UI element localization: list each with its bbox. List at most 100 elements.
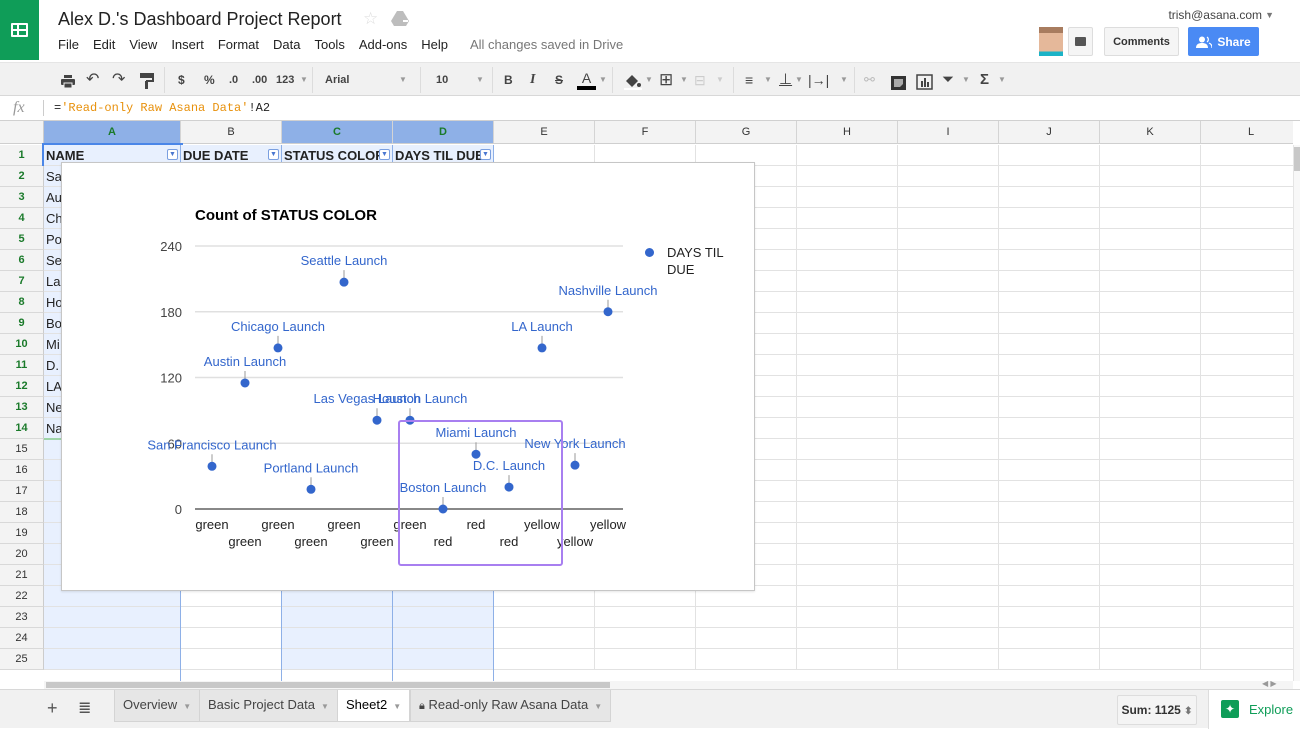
cell-j16[interactable] — [999, 460, 1100, 481]
column-header-k[interactable]: K — [1100, 121, 1201, 144]
cell-a25[interactable] — [44, 649, 181, 670]
comments-button[interactable]: Comments — [1104, 27, 1179, 56]
row-header-3[interactable]: 3 — [0, 187, 44, 208]
cell-h3[interactable] — [797, 187, 898, 208]
cell-i9[interactable] — [898, 313, 999, 334]
functions-caret-icon[interactable]: ▼ — [998, 70, 1006, 90]
row-header-17[interactable]: 17 — [0, 481, 44, 502]
cell-l11[interactable] — [1201, 355, 1293, 376]
row-header-1[interactable]: 1 — [0, 145, 44, 166]
cell-i17[interactable] — [898, 481, 999, 502]
row-header-8[interactable]: 8 — [0, 292, 44, 313]
cell-j17[interactable] — [999, 481, 1100, 502]
more-formats-caret-icon[interactable]: ▼ — [300, 70, 308, 90]
row-header-5[interactable]: 5 — [0, 229, 44, 250]
cell-h22[interactable] — [797, 586, 898, 607]
row-header-21[interactable]: 21 — [0, 565, 44, 586]
row-header-20[interactable]: 20 — [0, 544, 44, 565]
cell-j8[interactable] — [999, 292, 1100, 313]
row-header-19[interactable]: 19 — [0, 523, 44, 544]
cell-h17[interactable] — [797, 481, 898, 502]
cell-j9[interactable] — [999, 313, 1100, 334]
cell-i21[interactable] — [898, 565, 999, 586]
vertical-align-icon[interactable]: ⊥ — [779, 70, 792, 90]
align-caret-icon[interactable]: ▼ — [764, 70, 772, 90]
cell-h13[interactable] — [797, 397, 898, 418]
cell-i13[interactable] — [898, 397, 999, 418]
cell-i15[interactable] — [898, 439, 999, 460]
filter-dropdown-icon[interactable]: ▼ — [480, 149, 491, 160]
sheet-tab-overview[interactable]: Overview ▼ — [114, 690, 201, 722]
cell-k5[interactable] — [1100, 229, 1201, 250]
cell-h7[interactable] — [797, 271, 898, 292]
select-all-corner[interactable] — [0, 121, 44, 144]
cell-k10[interactable] — [1100, 334, 1201, 355]
cell-e25[interactable] — [494, 649, 595, 670]
cell-h1[interactable] — [797, 145, 898, 166]
cell-e24[interactable] — [494, 628, 595, 649]
insert-link-icon[interactable]: ⚯ — [864, 70, 875, 90]
cell-l21[interactable] — [1201, 565, 1293, 586]
font-select[interactable]: Arial — [325, 70, 349, 90]
filter-dropdown-icon[interactable]: ▼ — [268, 149, 279, 160]
cell-h8[interactable] — [797, 292, 898, 313]
cell-l24[interactable] — [1201, 628, 1293, 649]
cell-j4[interactable] — [999, 208, 1100, 229]
cell-d24[interactable] — [393, 628, 494, 649]
cell-l15[interactable] — [1201, 439, 1293, 460]
row-header-18[interactable]: 18 — [0, 502, 44, 523]
cell-k24[interactable] — [1100, 628, 1201, 649]
column-header-h[interactable]: H — [797, 121, 898, 144]
cell-i22[interactable] — [898, 586, 999, 607]
all-sheets-menu-icon[interactable]: ≣ — [78, 698, 91, 718]
cell-j2[interactable] — [999, 166, 1100, 187]
row-header-24[interactable]: 24 — [0, 628, 44, 649]
menu-data[interactable]: Data — [273, 37, 300, 52]
cell-h25[interactable] — [797, 649, 898, 670]
merge-caret-icon[interactable]: ▼ — [716, 70, 724, 90]
cell-h4[interactable] — [797, 208, 898, 229]
filter-icon[interactable]: ⏷ — [942, 70, 954, 90]
cell-j19[interactable] — [999, 523, 1100, 544]
cell-d25[interactable] — [393, 649, 494, 670]
borders-caret-icon[interactable]: ▼ — [680, 70, 688, 90]
cell-k14[interactable] — [1100, 418, 1201, 439]
row-header-22[interactable]: 22 — [0, 586, 44, 607]
strikethrough-button[interactable]: S — [555, 70, 563, 90]
cell-c24[interactable] — [282, 628, 393, 649]
filter-dropdown-icon[interactable]: ▼ — [379, 149, 390, 160]
column-header-j[interactable]: J — [999, 121, 1100, 144]
cell-k20[interactable] — [1100, 544, 1201, 565]
insert-chart-icon[interactable] — [916, 72, 933, 92]
cell-h18[interactable] — [797, 502, 898, 523]
sheets-logo[interactable] — [0, 0, 39, 60]
cell-d23[interactable] — [393, 607, 494, 628]
cell-l2[interactable] — [1201, 166, 1293, 187]
tab-caret-icon[interactable]: ▼ — [393, 702, 401, 711]
formula-input[interactable]: ='Read-only Raw Asana Data'!A2 — [54, 101, 270, 115]
cell-h21[interactable] — [797, 565, 898, 586]
cell-i20[interactable] — [898, 544, 999, 565]
cell-l9[interactable] — [1201, 313, 1293, 334]
column-header-b[interactable]: B — [181, 121, 282, 144]
menu-view[interactable]: View — [129, 37, 157, 52]
row-header-15[interactable]: 15 — [0, 439, 44, 460]
redo-icon[interactable]: ↷ — [112, 70, 125, 90]
borders-icon[interactable]: ⊞ — [659, 70, 673, 90]
cell-i8[interactable] — [898, 292, 999, 313]
cell-j21[interactable] — [999, 565, 1100, 586]
cell-l19[interactable] — [1201, 523, 1293, 544]
insert-comment-icon[interactable] — [891, 73, 906, 93]
cell-b23[interactable] — [181, 607, 282, 628]
menu-help[interactable]: Help — [421, 37, 448, 52]
add-sheet-button[interactable]: + — [47, 698, 58, 719]
cell-k22[interactable] — [1100, 586, 1201, 607]
cell-b25[interactable] — [181, 649, 282, 670]
column-header-f[interactable]: F — [595, 121, 696, 144]
cell-i7[interactable] — [898, 271, 999, 292]
avatar[interactable] — [1039, 27, 1063, 56]
cell-h12[interactable] — [797, 376, 898, 397]
row-header-11[interactable]: 11 — [0, 355, 44, 376]
cell-h19[interactable] — [797, 523, 898, 544]
cell-i4[interactable] — [898, 208, 999, 229]
